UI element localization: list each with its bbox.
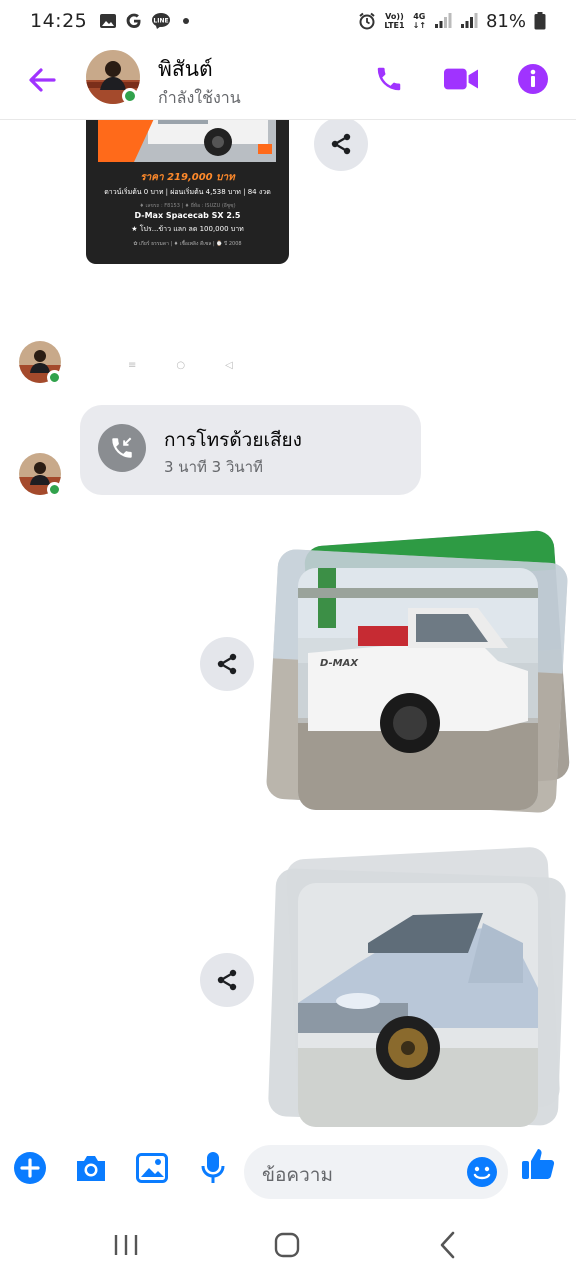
home-icon: [274, 1232, 300, 1258]
post-model: D-Max Spacecab SX 2.5: [134, 211, 241, 220]
conversation-header: พิสันต์ กำลังใช้งาน: [0, 42, 576, 120]
call-duration: 3 นาที 3 วินาที: [164, 458, 263, 476]
emoji-icon: [467, 1157, 497, 1187]
presence-status: กำลังใช้งาน: [158, 88, 241, 107]
info-icon: [518, 64, 548, 94]
camera-button[interactable]: [73, 1150, 109, 1186]
share-button-photo-1[interactable]: [200, 637, 254, 691]
voice-call-button[interactable]: [372, 62, 406, 96]
tiny-nav-bar: ≡ ○ ◁: [128, 360, 233, 371]
video-icon: [444, 68, 478, 90]
car-photo-white-pickup: D-MAX: [298, 568, 538, 810]
post-price: ราคา 219,000 บาท: [140, 172, 235, 183]
thumbs-up-icon: [522, 1149, 555, 1179]
svg-text:LINE: LINE: [154, 18, 169, 25]
back-nav-button[interactable]: [428, 1230, 468, 1260]
post-footer: ✿ เกียร์ ธรรมดา | ♦ เชื้อเพลิง ดีเซล | ⌚…: [133, 241, 242, 247]
status-time: 14:25: [30, 10, 88, 32]
contact-name[interactable]: พิสันต์: [158, 53, 213, 86]
message-composer: ข้อความ: [0, 1140, 576, 1202]
signal-icon-2: [460, 13, 478, 28]
mini-back-icon: ◁: [225, 360, 233, 371]
home-button[interactable]: [267, 1230, 307, 1260]
notification-icons: LINE: [99, 12, 190, 30]
signal-icon-1: [434, 13, 452, 28]
message-list[interactable]: ราคา 219,000 บาท ดาวน์เริ่มต้น 0 บาท | ผ…: [0, 120, 576, 1140]
more-actions-button[interactable]: [12, 1150, 48, 1186]
post-promo: ★ โปร...ข้าว แลก ลด 100,000 บาท: [131, 225, 244, 233]
gallery-notification-icon: [100, 14, 117, 28]
more-notifications-dot: [183, 18, 190, 24]
voice-clip-button[interactable]: [195, 1150, 231, 1186]
svg-text:D-MAX: D-MAX: [320, 658, 359, 669]
microphone-icon: [201, 1152, 225, 1183]
sender-online-dot-2: [47, 482, 62, 497]
share-icon: [217, 969, 237, 991]
network-type: 4G ↓↑: [412, 12, 426, 30]
mini-recents-icon: ≡: [128, 360, 137, 371]
back-arrow-icon: [29, 68, 56, 92]
shared-post-card[interactable]: ราคา 219,000 บาท ดาวน์เริ่มต้น 0 บาท | ผ…: [86, 120, 289, 264]
like-button[interactable]: [520, 1146, 556, 1182]
share-icon: [331, 133, 351, 155]
online-indicator: [122, 88, 138, 104]
camera-icon: [77, 1156, 105, 1181]
emoji-button[interactable]: [466, 1156, 498, 1188]
photo-stack-2[interactable]: [267, 846, 567, 1131]
back-chevron-icon: [440, 1231, 455, 1259]
post-specs: ♦ เลขรถ : F8153 | ♦ ยี่ห้อ : ISUZU (อีซู…: [139, 203, 236, 209]
video-call-button[interactable]: [444, 62, 478, 96]
battery-percent: 81%: [485, 10, 526, 32]
gallery-button[interactable]: [134, 1150, 170, 1186]
share-icon: [217, 653, 237, 675]
volte-indicator: Vo)) LTE1: [384, 12, 405, 30]
plus-icon: [14, 1152, 46, 1184]
status-right: Vo)) LTE1 4G ↓↑ 81%: [358, 0, 546, 42]
back-button[interactable]: [26, 64, 58, 96]
sender-online-dot-1: [47, 370, 62, 385]
status-bar: 14:25 LINE Vo)) LTE1 4G ↓↑ 81%: [0, 0, 576, 42]
incoming-call-icon: [98, 424, 146, 472]
share-button-photo-2[interactable]: [200, 953, 254, 1007]
header-actions: [372, 62, 550, 96]
car-photo-silver-pickup: [298, 883, 538, 1127]
messenger-chat-screen: 14:25 LINE Vo)) LTE1 4G ↓↑ 81% พิสันต์ กำล…: [0, 0, 576, 1280]
conversation-info-button[interactable]: [516, 62, 550, 96]
mini-home-icon: ○: [176, 360, 186, 371]
recents-button[interactable]: [106, 1230, 146, 1260]
phone-icon: [377, 67, 401, 91]
call-type: การโทรด้วยเสียง: [164, 429, 302, 451]
line-app-icon: LINE: [152, 13, 171, 29]
image-icon: [136, 1153, 168, 1183]
post-down-payment: ดาวน์เริ่มต้น 0 บาท | ผ่อนเริ่มต้น 4,538…: [104, 188, 271, 196]
voice-call-message[interactable]: การโทรด้วยเสียง 3 นาที 3 วินาที: [80, 405, 421, 495]
photo-stack-1[interactable]: D-MAX: [265, 529, 571, 814]
alarm-icon: [359, 12, 375, 30]
recents-icon: [114, 1235, 138, 1255]
google-icon: [126, 13, 141, 28]
battery-icon: [534, 12, 546, 30]
system-navigation-bar: [0, 1208, 576, 1280]
message-input[interactable]: ข้อความ: [244, 1145, 508, 1199]
message-input-placeholder: ข้อความ: [262, 1164, 333, 1186]
share-button-post[interactable]: [314, 120, 368, 171]
